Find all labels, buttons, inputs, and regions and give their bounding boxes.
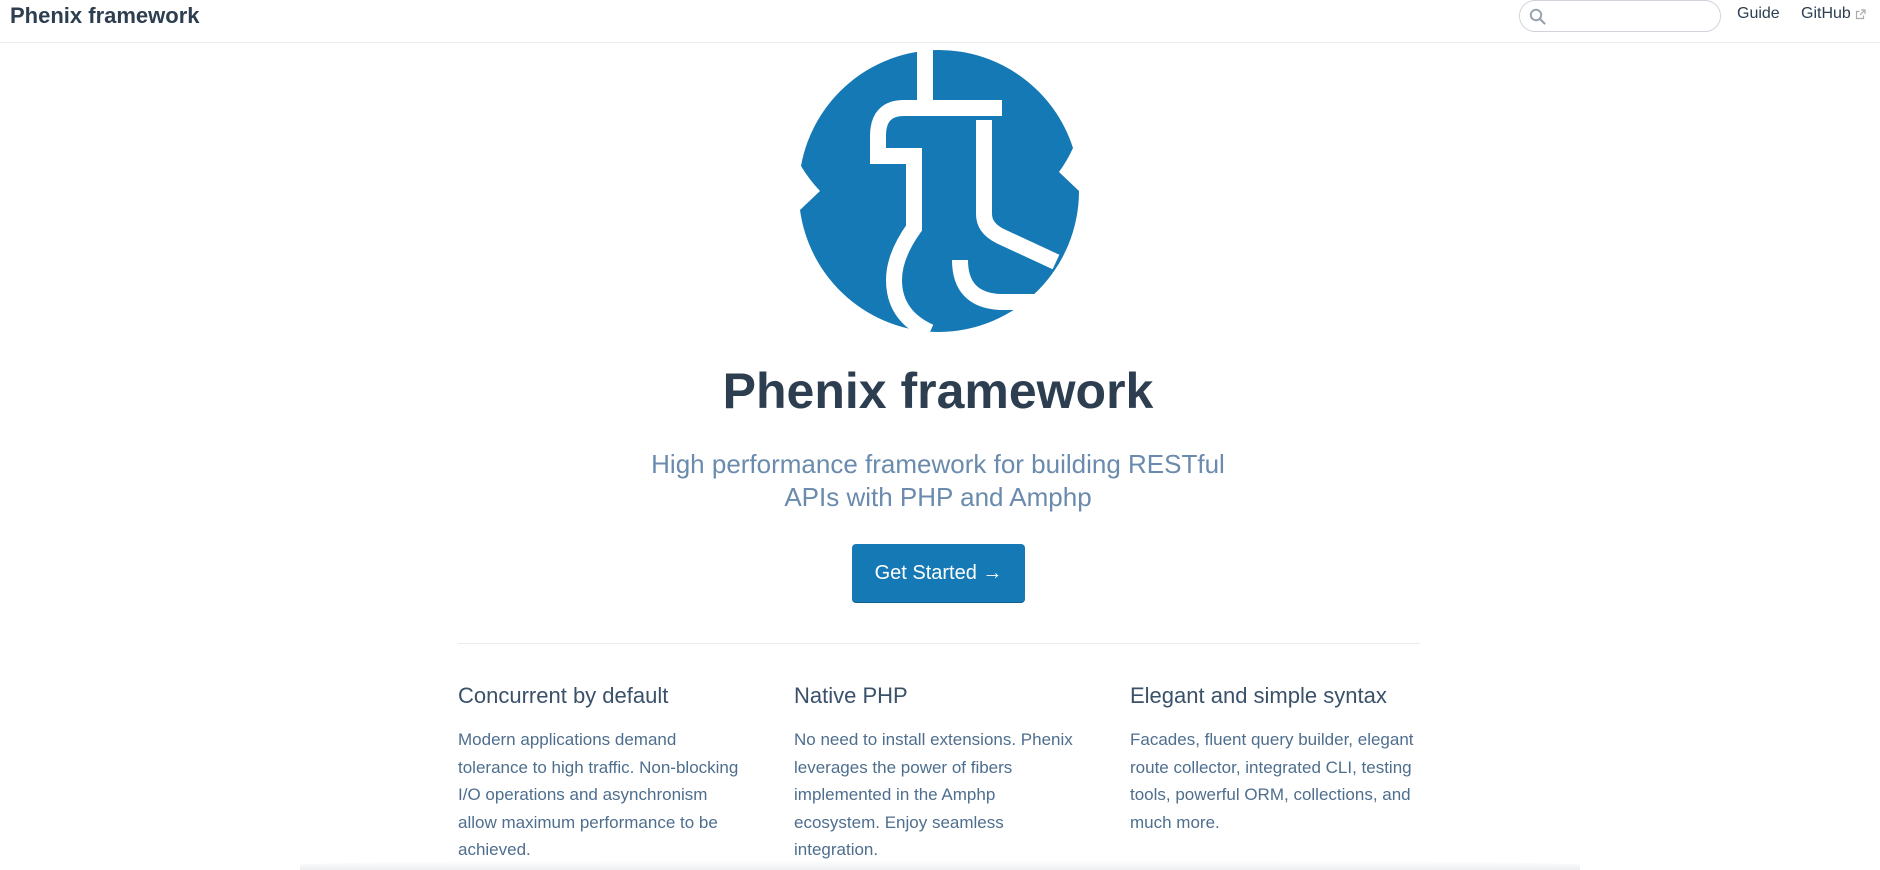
- external-link-icon: [1855, 9, 1866, 20]
- navbar: Phenix framework Guide GitHub: [0, 0, 1880, 43]
- search-box[interactable]: [1519, 0, 1721, 32]
- nav-link-github[interactable]: GitHub: [1801, 5, 1851, 23]
- feature-title: Concurrent by default: [458, 683, 669, 708]
- bottom-shadow: [300, 860, 1580, 870]
- features-divider: [458, 643, 1420, 644]
- feature-details: Modern applications demand tolerance to …: [458, 730, 739, 859]
- phenix-logo: [800, 50, 1079, 332]
- hero-tagline: High performance framework for building …: [651, 449, 1225, 512]
- feature-item: Concurrent by default Modern application…: [458, 680, 748, 864]
- get-started-button[interactable]: Get Started →: [852, 544, 1025, 603]
- feature-title: Native PHP: [794, 683, 908, 708]
- nav-link-guide[interactable]: Guide: [1737, 5, 1780, 23]
- feature-item: Native PHP No need to install extensions…: [794, 680, 1084, 864]
- hero-title: Phenix framework: [722, 363, 1154, 419]
- feature-details: No need to install extensions. Phenix le…: [794, 730, 1073, 859]
- search-input[interactable]: [1552, 5, 1716, 29]
- site-name[interactable]: Phenix framework: [10, 3, 200, 29]
- feature-item: Elegant and simple syntax Facades, fluen…: [1130, 680, 1420, 836]
- feature-details: Facades, fluent query builder, elegant r…: [1130, 730, 1414, 832]
- feature-title: Elegant and simple syntax: [1130, 683, 1387, 708]
- search-icon: [1529, 8, 1546, 25]
